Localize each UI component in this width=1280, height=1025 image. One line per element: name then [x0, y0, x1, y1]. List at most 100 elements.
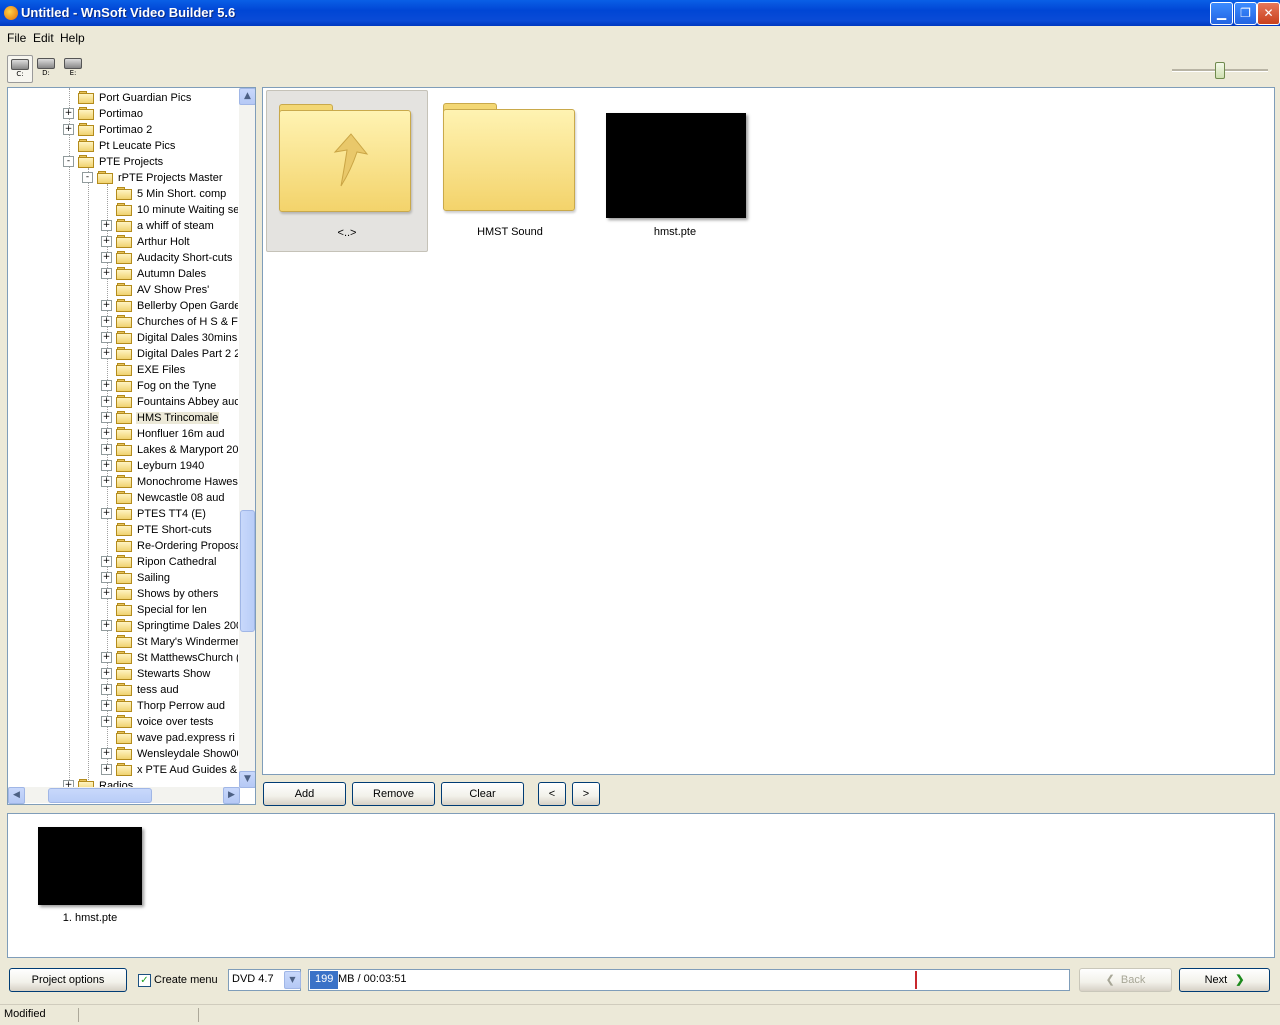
tree-item[interactable]: Newcastle 08 aud: [116, 489, 225, 505]
close-button[interactable]: ✕: [1257, 2, 1280, 25]
drive-c-button[interactable]: C:: [7, 55, 33, 83]
add-button[interactable]: Add: [263, 782, 346, 806]
tree-item[interactable]: Portimao: [78, 105, 144, 121]
expand-icon[interactable]: +: [101, 556, 112, 567]
project-item[interactable]: 1. hmst.pte: [37, 826, 147, 926]
drive-d-button[interactable]: D:: [34, 55, 58, 81]
expand-icon[interactable]: +: [101, 300, 112, 311]
expand-icon[interactable]: +: [101, 316, 112, 327]
file-tile-folder[interactable]: HMST Sound: [430, 90, 590, 250]
scroll-up-icon[interactable]: ▲: [239, 88, 255, 105]
minimize-button[interactable]: ▁: [1210, 2, 1233, 25]
expand-icon[interactable]: +: [101, 588, 112, 599]
remove-button[interactable]: Remove: [352, 782, 435, 806]
expand-icon[interactable]: +: [101, 380, 112, 391]
tree-item[interactable]: Digital Dales 30mins 2: [116, 329, 238, 345]
tree-item[interactable]: Ripon Cathedral: [116, 553, 218, 569]
file-tile-pte[interactable]: hmst.pte: [595, 90, 755, 250]
expand-icon[interactable]: +: [63, 108, 74, 119]
tree-item[interactable]: Re-Ordering Proposa: [116, 537, 238, 553]
maximize-button[interactable]: ❐: [1234, 2, 1257, 25]
tree-item[interactable]: tess aud: [116, 681, 180, 697]
tree-item[interactable]: AV Show Pres': [116, 281, 210, 297]
tree-item[interactable]: Audacity Short-cuts: [116, 249, 233, 265]
expand-icon[interactable]: +: [101, 252, 112, 263]
tree-item[interactable]: Port Guardian Pics: [78, 89, 192, 105]
menu-edit[interactable]: Edit: [33, 31, 54, 45]
tree-vertical-scrollbar[interactable]: ▲ ▼: [239, 88, 255, 788]
tree-item[interactable]: Springtime Dales 200: [116, 617, 238, 633]
scroll-thumb[interactable]: [240, 510, 255, 632]
tree-item[interactable]: Churches of H S & F: [116, 313, 238, 329]
tree-item[interactable]: Stewarts Show: [116, 665, 211, 681]
tree-item[interactable]: Digital Dales Part 2 2: [116, 345, 238, 361]
tree-item[interactable]: a whiff of steam: [116, 217, 215, 233]
expand-icon[interactable]: +: [101, 620, 112, 631]
tree-item[interactable]: Portimao 2: [78, 121, 153, 137]
expand-icon[interactable]: +: [101, 332, 112, 343]
tree-item[interactable]: Thorp Perrow aud: [116, 697, 226, 713]
expand-icon[interactable]: +: [101, 508, 112, 519]
expand-icon[interactable]: +: [101, 348, 112, 359]
tree-item[interactable]: x PTE Aud Guides & A: [116, 761, 238, 777]
expand-icon[interactable]: +: [101, 748, 112, 759]
tree-item[interactable]: Fountains Abbey auc: [116, 393, 238, 409]
tree-item[interactable]: EXE Files: [116, 361, 186, 377]
tree-item[interactable]: St Mary's Windermer: [116, 633, 238, 649]
tree-item[interactable]: PTE Short-cuts: [116, 521, 213, 537]
tree-item[interactable]: wave pad.express ri: [116, 729, 236, 745]
file-tile-parent[interactable]: <..>: [266, 90, 428, 252]
expand-icon[interactable]: +: [101, 572, 112, 583]
scroll-left-icon[interactable]: ◀: [8, 787, 25, 804]
tree-item[interactable]: Monochrome Hawes: [116, 473, 238, 489]
expand-icon[interactable]: +: [101, 412, 112, 423]
tree-item[interactable]: Shows by others: [116, 585, 219, 601]
tree-item[interactable]: Pt Leucate Pics: [78, 137, 176, 153]
expand-icon[interactable]: +: [101, 684, 112, 695]
tree-item[interactable]: HMS Trincomale: [116, 409, 220, 425]
collapse-icon[interactable]: -: [82, 172, 93, 183]
expand-icon[interactable]: +: [101, 444, 112, 455]
menu-help[interactable]: Help: [60, 31, 85, 45]
expand-icon[interactable]: +: [101, 668, 112, 679]
chevron-down-icon[interactable]: ▼: [284, 971, 301, 989]
expand-icon[interactable]: +: [101, 236, 112, 247]
tree-item[interactable]: Honfluer 16m aud: [116, 425, 225, 441]
back-button[interactable]: ❮ Back: [1079, 968, 1172, 992]
drive-e-button[interactable]: E:: [61, 55, 85, 81]
expand-icon[interactable]: +: [101, 700, 112, 711]
tree-item[interactable]: 10 minute Waiting se: [116, 201, 238, 217]
move-right-button[interactable]: >: [572, 782, 600, 806]
expand-icon[interactable]: +: [101, 268, 112, 279]
expand-icon[interactable]: +: [101, 396, 112, 407]
collapse-icon[interactable]: -: [63, 156, 74, 167]
tree-item[interactable]: Arthur Holt: [116, 233, 191, 249]
create-menu-checkbox[interactable]: ✓: [138, 974, 151, 987]
scroll-thumb[interactable]: [48, 788, 152, 803]
tree-item[interactable]: 5 Min Short. comp: [116, 185, 227, 201]
tree-item[interactable]: Wensleydale Show00: [116, 745, 238, 761]
expand-icon[interactable]: +: [101, 652, 112, 663]
tree-item[interactable]: Sailing: [116, 569, 171, 585]
tree-item[interactable]: PTE Projects: [78, 153, 164, 169]
tree-horizontal-scrollbar[interactable]: ◀ ▶: [8, 787, 240, 804]
next-button[interactable]: Next ❯: [1179, 968, 1270, 992]
expand-icon[interactable]: +: [101, 476, 112, 487]
expand-icon[interactable]: +: [101, 220, 112, 231]
tree-item[interactable]: Leyburn 1940: [116, 457, 205, 473]
expand-icon[interactable]: +: [101, 716, 112, 727]
disc-type-select[interactable]: DVD 4.7 ▼: [228, 969, 301, 991]
tree-item[interactable]: Bellerby Open Garde: [116, 297, 238, 313]
expand-icon[interactable]: +: [101, 764, 112, 775]
tree-item[interactable]: rPTE Projects Master: [97, 169, 224, 185]
expand-icon[interactable]: +: [63, 124, 74, 135]
tree-item[interactable]: Lakes & Maryport 20: [116, 441, 238, 457]
tree-item[interactable]: St MatthewsChurch (: [116, 649, 238, 665]
tree-item[interactable]: voice over tests: [116, 713, 214, 729]
slider-thumb[interactable]: [1215, 62, 1225, 79]
menu-file[interactable]: File: [7, 31, 26, 45]
clear-button[interactable]: Clear: [441, 782, 524, 806]
tree-item[interactable]: Fog on the Tyne: [116, 377, 217, 393]
tree-item[interactable]: PTES TT4 (E): [116, 505, 207, 521]
tree-item[interactable]: Special for len: [116, 601, 208, 617]
